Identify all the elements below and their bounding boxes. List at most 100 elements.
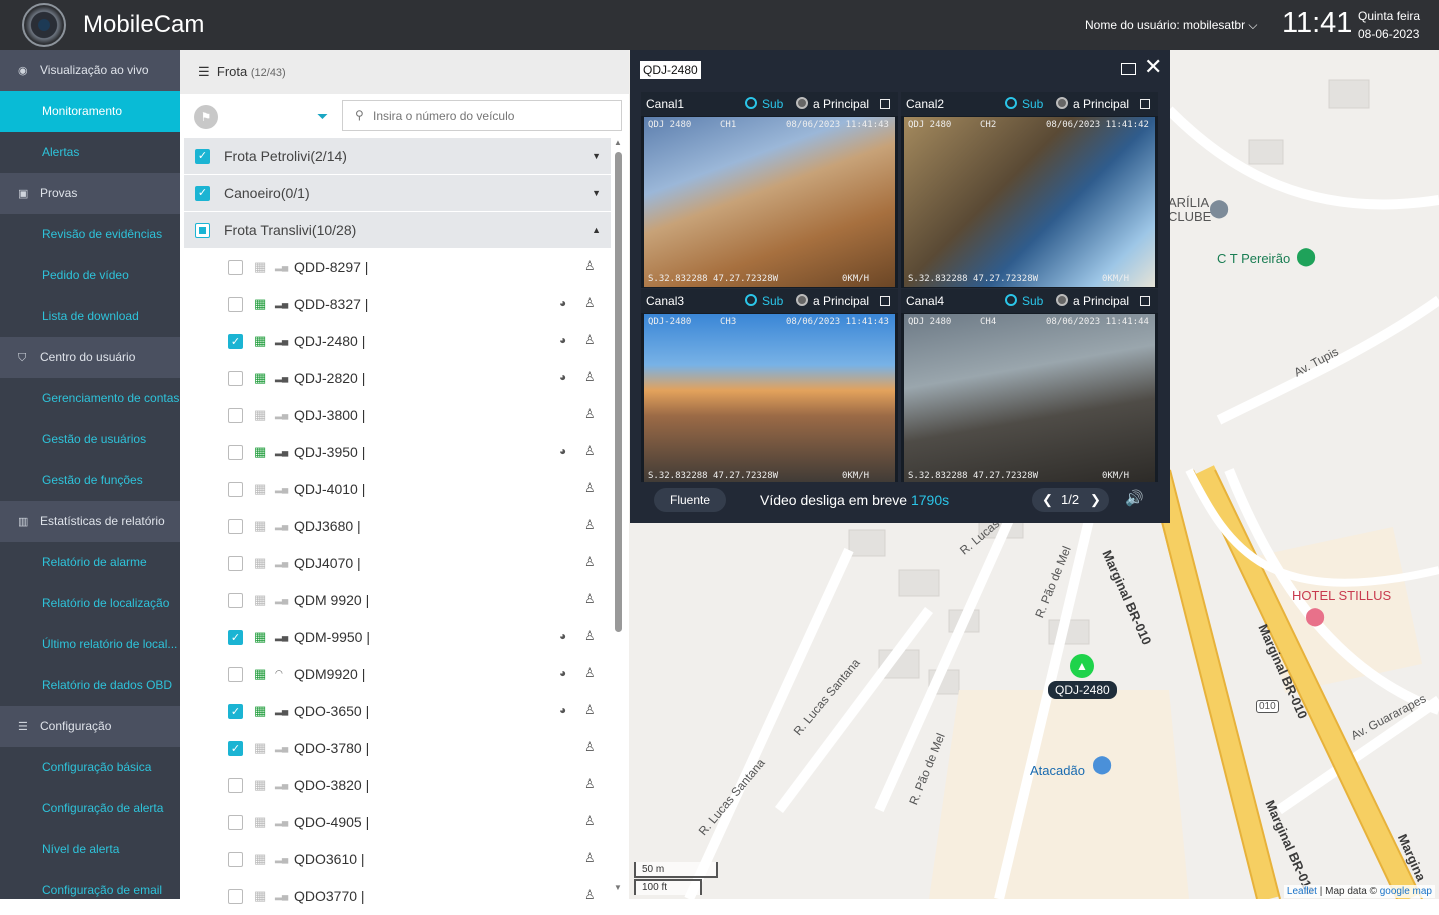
driver-icon[interactable]: ♙ [584, 369, 596, 385]
vehicle-row[interactable]: ✓ ▦ ▂▄ QDJ-2480 | ◕ ♙ [224, 323, 604, 360]
driver-icon[interactable]: ♙ [584, 554, 596, 570]
caret-down-icon[interactable]: ▼ [592, 138, 601, 174]
leaflet-link[interactable]: Leaflet [1287, 886, 1317, 897]
main-stream-radio[interactable]: a Principal [1056, 289, 1129, 313]
driver-icon[interactable]: ♙ [584, 702, 596, 718]
scroll-thumb[interactable] [615, 152, 622, 632]
vehicle-checkbox[interactable] [228, 445, 243, 460]
video-channel[interactable]: Canal4 Sub a Principal QDJ 2480 CH4 08/06/202… [901, 289, 1158, 485]
prev-page-icon[interactable]: ❮ [1042, 488, 1053, 512]
sidebar-item[interactable]: Gerenciamento de contas [0, 378, 180, 419]
vehicle-row[interactable]: ▦ ▂▄ QDJ-2820 | ◕ ♙ [224, 360, 604, 397]
flag-icon[interactable]: ⚑ [194, 105, 218, 129]
sidebar-group-0[interactable]: ◉ Visualização ao vivo [0, 50, 180, 91]
sidebar-item[interactable]: Nível de alerta [0, 829, 180, 870]
vehicle-row[interactable]: ▦ ▂▄ QDJ-4010 | ♙ [224, 471, 604, 508]
hotel-pin-icon[interactable]: ⬤ [1305, 606, 1325, 627]
camera-icon[interactable]: ◕ [559, 703, 566, 717]
vehicle-marker-icon[interactable]: ▲ [1070, 654, 1094, 678]
vehicle-checkbox[interactable] [228, 852, 243, 867]
vehicle-checkbox[interactable]: ✓ [228, 630, 243, 645]
vehicle-row[interactable]: ✓ ▦ ▂▄ QDO-3650 | ◕ ♙ [224, 693, 604, 730]
vehicle-checkbox[interactable] [228, 889, 243, 904]
driver-icon[interactable]: ♙ [584, 850, 596, 866]
sidebar-item[interactable]: Relatório de alarme [0, 542, 180, 583]
group-checkbox[interactable] [195, 223, 210, 238]
camera-icon[interactable]: ◕ [559, 333, 566, 347]
driver-icon[interactable]: ♙ [584, 628, 596, 644]
user-menu[interactable]: Nome do usuário: mobilesatbr ⌵ [1085, 18, 1258, 33]
scroll-up-icon[interactable]: ▲ [614, 138, 622, 147]
sidebar-group-1[interactable]: ▣ Provas [0, 173, 180, 214]
sidebar-item[interactable]: Último relatório de local... [0, 624, 180, 665]
sidebar-item[interactable]: Gestão de funções [0, 460, 180, 501]
vehicle-row[interactable]: ▦ ▂▄ QDM 9920 | ♙ [224, 582, 604, 619]
group-checkbox[interactable]: ✓ [195, 149, 210, 164]
vehicle-row[interactable]: ▦ ▂▄ QDO-3820 | ♙ [224, 767, 604, 804]
camera-icon[interactable]: ◕ [559, 370, 566, 384]
vehicle-checkbox[interactable]: ✓ [228, 334, 243, 349]
driver-icon[interactable]: ♙ [584, 665, 596, 681]
camera-icon[interactable]: ◕ [559, 296, 566, 310]
sidebar-item[interactable]: Monitoramento [0, 91, 180, 132]
fullscreen-icon[interactable] [880, 296, 890, 306]
driver-icon[interactable]: ♙ [584, 480, 596, 496]
caret-down-icon[interactable]: ▼ [592, 175, 601, 211]
fleet-group[interactable]: Frota Translivi(10/28) ▲ [184, 212, 611, 248]
vehicle-row[interactable]: ▦ ▂▄ QDJ-3800 | ♙ [224, 397, 604, 434]
vehicle-checkbox[interactable] [228, 519, 243, 534]
next-page-icon[interactable]: ❯ [1090, 488, 1101, 512]
sidebar-item[interactable]: Lista de download [0, 296, 180, 337]
filter-icon[interactable]: ⏷ [317, 108, 328, 125]
vehicle-row[interactable]: ▦ ▂▄ QDO3610 | ♙ [224, 841, 604, 878]
driver-icon[interactable]: ♙ [584, 776, 596, 792]
sidebar-item[interactable]: Configuração básica [0, 747, 180, 788]
video-channel[interactable]: Canal1 Sub a Principal QDJ 2480 CH1 08/06/202… [641, 92, 898, 288]
close-icon[interactable]: ✕ [1144, 55, 1162, 79]
driver-icon[interactable]: ♙ [584, 739, 596, 755]
fleet-scrollbar[interactable]: ▲ ▼ [613, 138, 623, 898]
driver-icon[interactable]: ♙ [584, 406, 596, 422]
vehicle-checkbox[interactable] [228, 260, 243, 275]
sports-pin-icon[interactable]: ⬤ [1296, 246, 1316, 267]
fleet-group[interactable]: ✓ Frota Petrolivi(2/14) ▼ [184, 138, 611, 174]
sidebar-item[interactable]: Relatório de localização [0, 583, 180, 624]
sidebar-group-2[interactable]: ⛉ Centro do usuário [0, 337, 180, 378]
vehicle-row[interactable]: ▦ ▂▄ QDD-8297 | ♙ [224, 249, 604, 286]
sidebar-group-3[interactable]: ▥ Estatísticas de relatório [0, 501, 180, 542]
sidebar-item[interactable]: Configuração de alerta [0, 788, 180, 829]
vehicle-checkbox[interactable] [228, 371, 243, 386]
sidebar-item[interactable]: Relatório de dados OBD [0, 665, 180, 706]
sidebar-item[interactable]: Revisão de evidências [0, 214, 180, 255]
vehicle-search[interactable]: ⚲ [342, 100, 622, 131]
vehicle-row[interactable]: ▦ ▂▄ QDO-4905 | ♙ [224, 804, 604, 841]
main-stream-radio[interactable]: a Principal [796, 289, 869, 313]
group-checkbox[interactable]: ✓ [195, 186, 210, 201]
sidebar-item[interactable]: Gestão de usuários [0, 419, 180, 460]
vehicle-checkbox[interactable] [228, 482, 243, 497]
vehicle-checkbox[interactable] [228, 815, 243, 830]
driver-icon[interactable]: ♙ [584, 443, 596, 459]
video-channel[interactable]: Canal3 Sub a Principal QDJ-2480 CH3 08/06/202… [641, 289, 898, 485]
caret-up-icon[interactable]: ▲ [592, 212, 601, 248]
sub-stream-radio[interactable]: Sub [1005, 92, 1043, 116]
driver-icon[interactable]: ♙ [584, 295, 596, 311]
vehicle-row[interactable]: ✓ ▦ ▂▄ QDM-9950 | ◕ ♙ [224, 619, 604, 656]
fullscreen-icon[interactable] [880, 99, 890, 109]
sub-stream-radio[interactable]: Sub [1005, 289, 1043, 313]
camera-icon[interactable]: ◕ [559, 629, 566, 643]
vehicle-checkbox[interactable] [228, 297, 243, 312]
sidebar-item[interactable]: Pedido de vídeo [0, 255, 180, 296]
driver-icon[interactable]: ♙ [584, 813, 596, 829]
vehicle-checkbox[interactable] [228, 667, 243, 682]
sidebar-item[interactable]: Alertas [0, 132, 180, 173]
vehicle-row[interactable]: ▦ ◠ QDM9920 | ◕ ♙ [224, 656, 604, 693]
vehicle-checkbox[interactable]: ✓ [228, 741, 243, 756]
fullscreen-icon[interactable] [1140, 296, 1150, 306]
volume-icon[interactable]: 🔊 [1125, 489, 1144, 507]
main-stream-radio[interactable]: a Principal [796, 92, 869, 116]
maximize-icon[interactable]: ▢ [1121, 63, 1136, 75]
map-pin-icon[interactable]: ⬤ [1209, 198, 1229, 219]
sidebar-item[interactable]: Configuração de email [0, 870, 180, 911]
vehicle-row[interactable]: ▦ ▂▄ QDJ4070 | ♙ [224, 545, 604, 582]
